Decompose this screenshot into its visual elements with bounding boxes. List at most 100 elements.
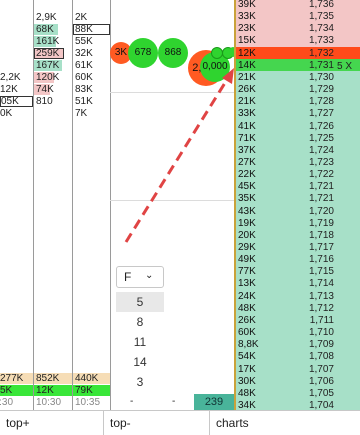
volume-row: 26K 1,729 (236, 83, 360, 97)
price-level: 1,721 (308, 193, 334, 205)
volume-row: 49K 1,716 (236, 253, 360, 267)
timeframe-select[interactable]: F ⌄ (116, 266, 164, 288)
col3-time: 10:35 (75, 397, 101, 408)
col3-value: 32K (75, 48, 93, 59)
col2-value: 120K (34, 72, 60, 83)
volume-value: 17K (236, 362, 264, 376)
volume-row: 30K 1,706 (236, 374, 360, 388)
chevron-down-icon: ⌄ (145, 270, 154, 281)
volume-row: 21K 1,730 (236, 70, 360, 84)
volume-value: 60K (236, 326, 264, 340)
price-level: 1,713 (308, 290, 334, 302)
volume-value: 41K (236, 119, 264, 133)
volume-row: 24K 1,713 (236, 289, 360, 303)
volume-row: 23K 1,734 (236, 22, 360, 36)
col3-value: 83K (75, 84, 93, 95)
price-level: 1,729 (308, 84, 334, 96)
volume-value: 8,8K (236, 338, 264, 352)
volume-value: 48K (236, 386, 264, 400)
col3-value: 88K (73, 24, 110, 35)
price-level: 1,714 (308, 278, 334, 290)
volume-value: 13K (236, 277, 264, 291)
footer-count: 239 (194, 394, 234, 410)
price-level: 1,735 (308, 11, 334, 23)
tab-top-plus[interactable]: top+ (0, 411, 104, 435)
col1-value: 12K (0, 84, 18, 95)
footer-dash: - (130, 396, 134, 407)
col2-time: 10:30 (36, 397, 62, 408)
price-level: 1,709 (308, 339, 334, 351)
price-level: 1,723 (308, 156, 334, 168)
volume-value: 20K (236, 228, 264, 242)
col1-value: 2,2K (0, 72, 21, 83)
timeframe-option[interactable]: 3 (116, 372, 164, 392)
col3-value: 7K (75, 108, 88, 119)
price-level: 1,724 (308, 144, 334, 156)
timeframe-option[interactable]: 11 (116, 332, 164, 352)
volume-row: 71K 1,725 (236, 131, 360, 145)
price-level: 1,708 (308, 351, 334, 363)
volume-value: 26K (236, 83, 264, 97)
volume-value: 71K (236, 131, 264, 145)
volume-value: 35K (236, 192, 264, 206)
bubble-label: 3K (114, 47, 128, 58)
col2-total: 852K (34, 373, 72, 384)
volume-row: 17K 1,707 (236, 362, 360, 376)
volume-row: 45K 1,721 (236, 180, 360, 194)
timeframe-option[interactable]: 8 (116, 312, 164, 332)
price-level: 1,732 (308, 47, 334, 59)
column-divider (72, 0, 73, 410)
volume-value: 43K (236, 204, 264, 218)
col1-value: 05K (0, 96, 33, 107)
tab-charts[interactable]: charts (210, 411, 360, 435)
volume-value: 19K (236, 216, 264, 230)
volume-value: 27K (236, 155, 264, 169)
volume-profile: 39K 1,736 33K 1,735 23K 1,734 15K 1,733 12K 1,732… (236, 0, 360, 425)
volume-row: 48K 1,705 (236, 386, 360, 400)
volume-value: 23K (236, 22, 264, 36)
timeframe-option[interactable]: 5 (116, 292, 164, 312)
tab-top-minus[interactable]: top- (104, 411, 210, 435)
volume-value: 37K (236, 143, 264, 157)
volume-row: 29K 1,717 (236, 241, 360, 254)
volume-value: 30K (236, 374, 264, 388)
volume-row: 27K 1,723 (236, 155, 360, 169)
price-level: 1,728 (308, 96, 334, 108)
col2-value: 810 (36, 96, 53, 107)
volume-row: 41K 1,726 (236, 119, 360, 133)
volume-row: 33K 1,727 (236, 107, 360, 121)
volume-value: 45K (236, 180, 264, 194)
col2-value: 161K (34, 36, 60, 47)
col3-value: 55K (75, 36, 93, 47)
volume-value: 77K (236, 265, 264, 279)
volume-row: 35K 1,721 (236, 192, 360, 206)
tab-bar: top+ top- charts (0, 410, 360, 435)
col3-delta: 79K (73, 385, 110, 396)
volume-value: 33K (236, 107, 264, 121)
volume-row: 15K 1,733 (236, 34, 360, 48)
price-level: 1,726 (308, 120, 334, 132)
price-level: 1,706 (308, 375, 334, 387)
price-level: 1,727 (308, 108, 334, 120)
col3-value: 51K (75, 96, 93, 107)
bubble-label: 868 (164, 47, 182, 58)
volume-value: 14K (238, 59, 256, 71)
volume-row: 22K 1,722 (236, 168, 360, 182)
timeframe-option[interactable]: 14 (116, 352, 164, 372)
volume-row: 21K 1,728 (236, 95, 360, 109)
col2-value: 74K (34, 84, 54, 95)
price-level: 1,734 (308, 23, 334, 35)
volume-value: 22K (236, 168, 264, 182)
volume-value: 29K (236, 241, 264, 254)
volume-row: 8,8K 1,709 (236, 338, 360, 352)
col3-value: 2K (75, 12, 88, 23)
current-price-label: 5 X (337, 61, 353, 72)
col1-value: 0K (0, 108, 13, 119)
col2-value: 2,9K (36, 12, 57, 23)
price-level: 1,707 (308, 363, 334, 375)
volume-value: 24K (236, 289, 264, 303)
footer-dash: - (172, 396, 176, 407)
volume-row: 48K 1,712 (236, 301, 360, 315)
volume-row: 60K 1,710 (236, 326, 360, 340)
volume-value: 15K (236, 34, 264, 48)
